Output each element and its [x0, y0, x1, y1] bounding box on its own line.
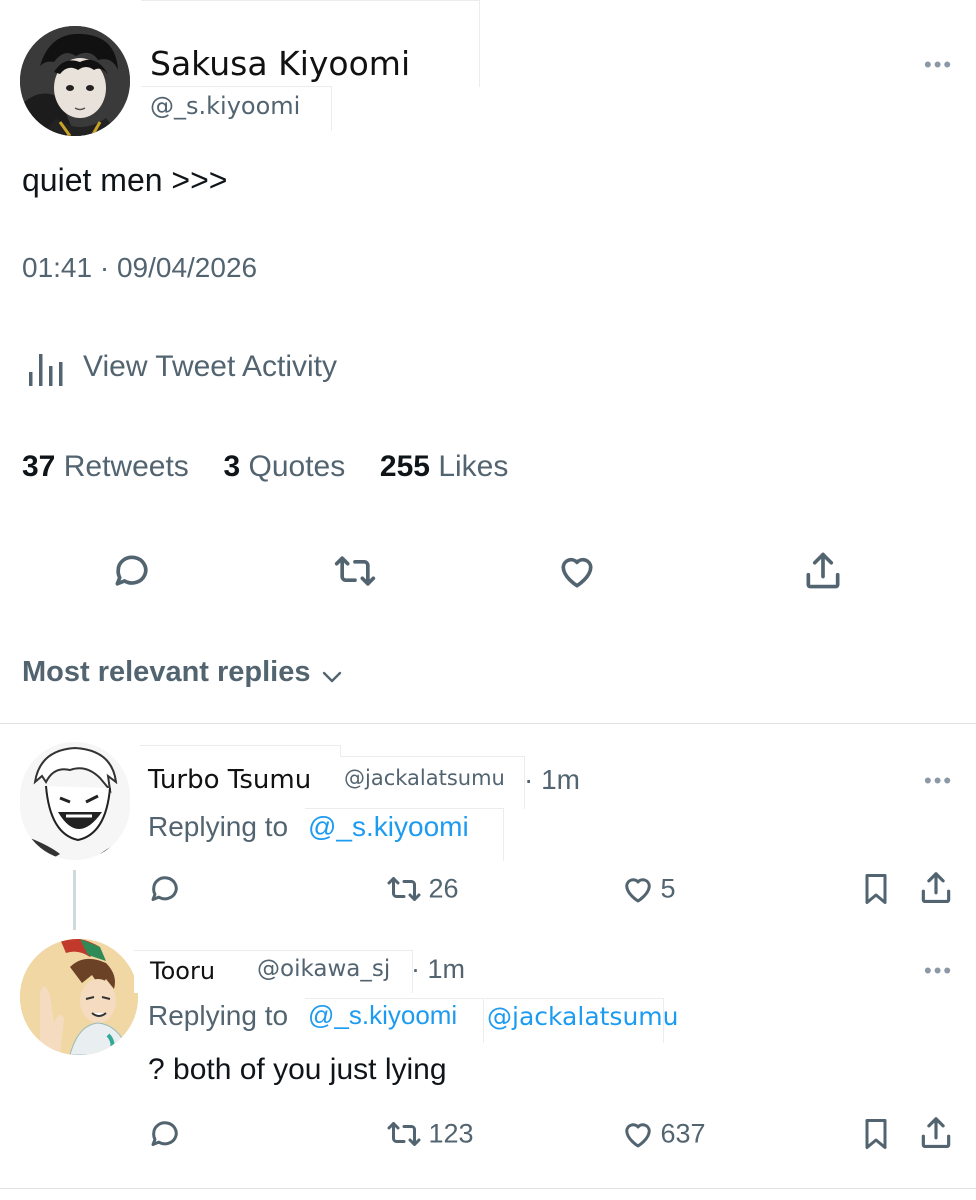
share-icon[interactable] [801, 549, 845, 593]
thread-line [73, 870, 76, 930]
avatar[interactable] [20, 26, 130, 136]
reply-time[interactable]: · 1m [524, 764, 580, 796]
reply-handle[interactable]: @jackalatsumu [344, 766, 505, 790]
reply-handle[interactable]: @oikawa_sj [257, 956, 390, 982]
more-options-icon[interactable]: ••• [924, 770, 953, 792]
tweet-stats: 37 Retweets 3 Quotes 255 Likes [22, 450, 508, 484]
quotes-label: Quotes [248, 450, 346, 483]
retweets-label: Retweets [63, 450, 189, 483]
like-icon[interactable] [554, 549, 600, 593]
bookmark-icon[interactable] [858, 870, 894, 908]
likes-stat[interactable]: 255 Likes [380, 450, 508, 483]
divider [0, 723, 976, 724]
bookmark-icon[interactable] [858, 1115, 894, 1153]
likes-count: 255 [379, 450, 430, 483]
mention-link[interactable]: @jackalatsumu [487, 1002, 679, 1031]
likes-label: Likes [438, 450, 509, 483]
retweet-icon [387, 1122, 421, 1146]
replies-sort-label: Most relevant replies [22, 656, 311, 688]
quotes-count: 3 [223, 450, 241, 483]
chevron-down-icon [322, 671, 342, 682]
reply-display-name[interactable]: Tooru [150, 957, 215, 985]
like-count: 5 [660, 873, 676, 904]
activity-label: View Tweet Activity [83, 350, 338, 383]
retweets-stat[interactable]: 37 Retweets [22, 450, 197, 483]
avatar-image [20, 939, 138, 1055]
retweet-icon [387, 877, 421, 901]
retweet-button[interactable]: 26 [384, 871, 459, 907]
tweet-timestamp[interactable]: 01:41 · 09/04/2026 [22, 252, 257, 284]
reply-icon[interactable] [110, 549, 154, 593]
retweet-count: 26 [428, 873, 459, 904]
mention-link[interactable]: @_s.kiyoomi [308, 1000, 457, 1031]
view-tweet-activity-button[interactable]: View Tweet Activity [26, 348, 426, 392]
quotes-stat[interactable]: 3 Quotes [223, 450, 353, 483]
share-icon[interactable] [917, 1114, 955, 1152]
share-icon[interactable] [917, 869, 955, 907]
avatar[interactable] [20, 742, 130, 860]
reply-time[interactable]: · 1m [411, 954, 465, 985]
reply-icon[interactable] [147, 871, 183, 907]
display-name[interactable]: Sakusa Kiyoomi [150, 44, 410, 83]
replies-sort-button[interactable]: Most relevant replies [22, 656, 345, 696]
divider [0, 1188, 976, 1189]
like-button[interactable]: 5 [620, 871, 675, 907]
reply-display-name[interactable]: Turbo Tsumu [148, 765, 311, 795]
replying-to-prefix: Replying to [148, 1000, 289, 1031]
like-icon [625, 878, 651, 903]
retweet-button[interactable]: 123 [384, 1116, 474, 1152]
retweets-count: 37 [22, 450, 56, 483]
bar-chart-icon [29, 354, 63, 386]
like-button[interactable]: 637 [620, 1116, 706, 1152]
mention-link[interactable]: @_s.kiyoomi [308, 811, 469, 843]
retweet-icon[interactable] [331, 549, 379, 593]
handle[interactable]: @_s.kiyoomi [150, 92, 300, 120]
replying-to-prefix: Replying to [148, 811, 289, 842]
like-count: 637 [660, 1118, 706, 1149]
more-options-icon[interactable]: ••• [924, 54, 953, 76]
tweet-text: quiet men >>> [22, 162, 228, 198]
avatar-image [20, 742, 130, 860]
like-icon [625, 1123, 651, 1148]
avatar-image [20, 26, 130, 136]
reply-icon[interactable] [147, 1116, 183, 1152]
retweet-count: 123 [428, 1118, 474, 1149]
more-options-icon[interactable]: ••• [924, 960, 953, 982]
avatar[interactable] [20, 939, 138, 1055]
reply-text: ? both of you just lying [148, 1053, 447, 1086]
